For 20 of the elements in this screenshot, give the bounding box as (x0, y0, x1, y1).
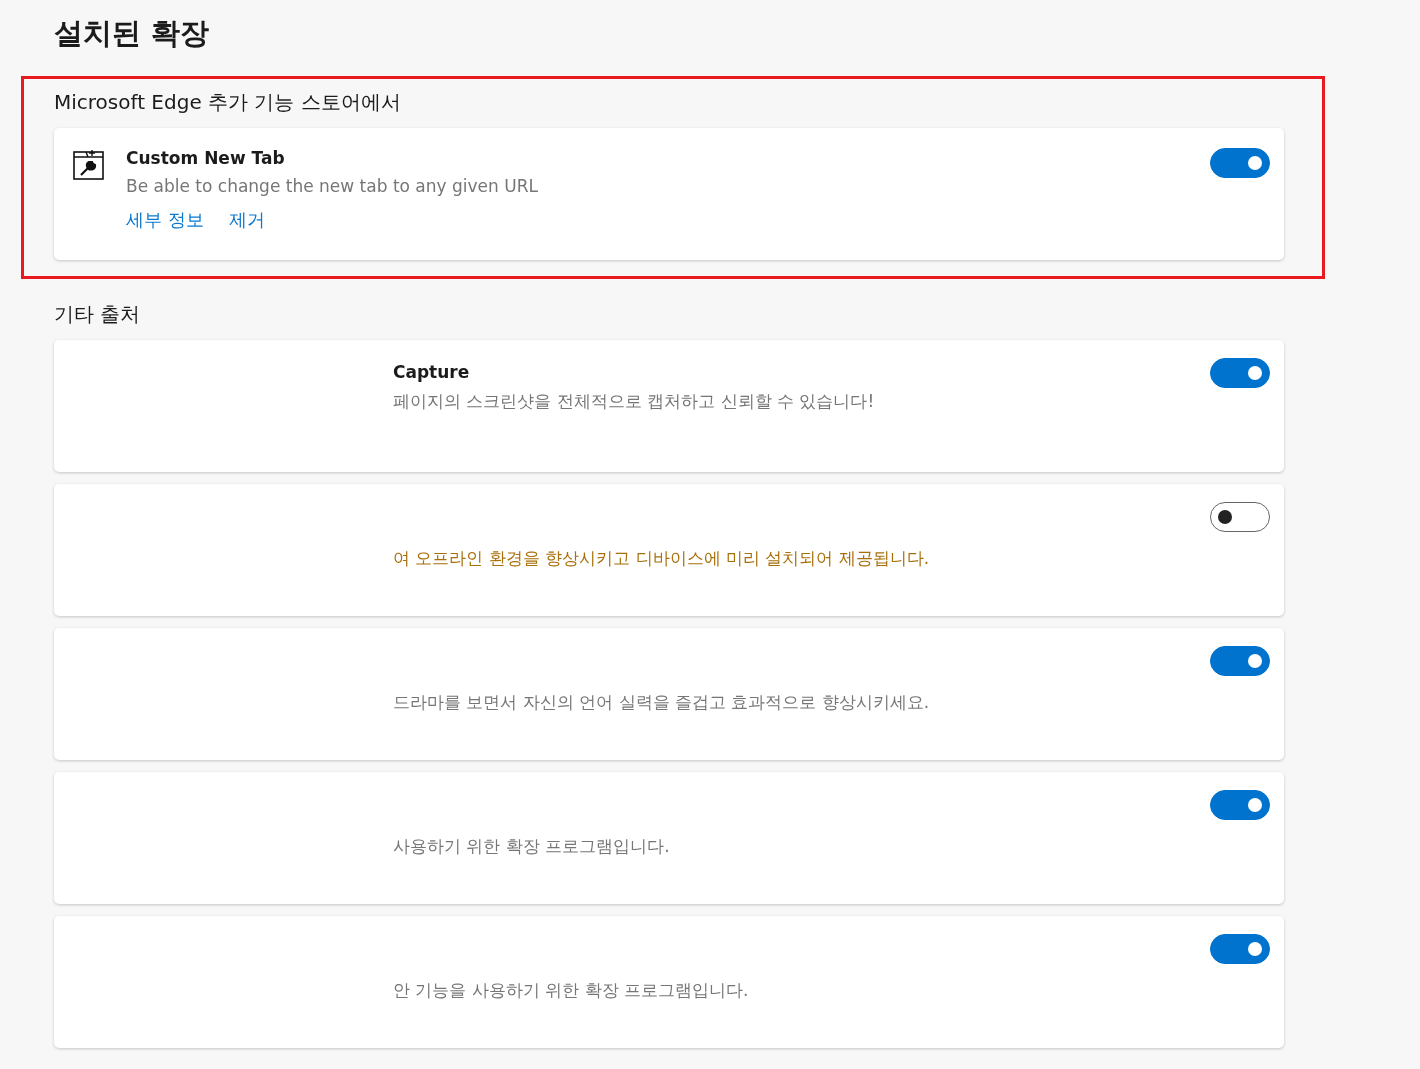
extension-description: 여 오프라인 환경을 향상시키고 디바이스에 미리 설치되어 제공됩니다. (393, 547, 931, 570)
section-heading: Microsoft Edge 추가 기능 스토어에서 (54, 89, 402, 116)
toggle-switch[interactable] (1210, 502, 1270, 532)
section-heading: 기타 출처 (54, 301, 142, 328)
extension-link[interactable]: 세부 정보 (126, 208, 204, 232)
extension-description: 드라마를 보면서 자신의 언어 실력을 즐겁고 효과적으로 향상시키세요. (393, 691, 931, 714)
toggle-switch[interactable] (1210, 646, 1270, 676)
page-title: 설치된 확장 (54, 15, 211, 52)
wrench-window-icon (72, 148, 106, 182)
extension-description: 사용하기 위한 확장 프로그램입니다. (393, 835, 671, 858)
toggle-switch[interactable] (1210, 934, 1270, 964)
extension-description: 페이지의 스크린샷을 전체적으로 캡처하고 신뢰할 수 있습니다! (393, 390, 876, 413)
toggle-switch[interactable] (1210, 148, 1270, 178)
extension-name: Custom New Tab (126, 148, 286, 168)
extension-link[interactable]: 제거 (228, 208, 265, 232)
extension-description: Be able to change the new tab to any given URL (126, 176, 539, 196)
toggle-switch[interactable] (1210, 358, 1270, 388)
extension-description: 안 기능을 사용하기 위한 확장 프로그램입니다. (393, 979, 750, 1002)
toggle-switch[interactable] (1210, 790, 1270, 820)
extension-name: Capture (393, 362, 471, 382)
